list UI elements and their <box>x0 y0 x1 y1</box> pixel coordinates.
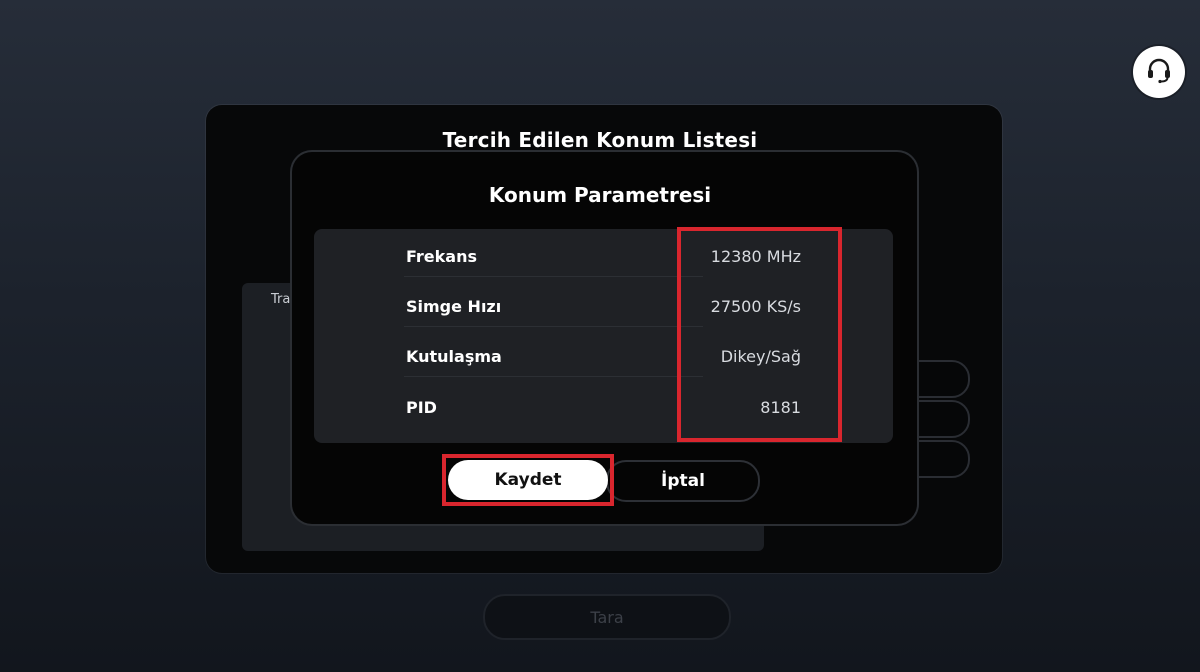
dialog-title: Konum Parametresi <box>488 183 712 207</box>
symbol-rate-value: 27500 KS/s <box>710 297 801 316</box>
scan-button[interactable]: Tara <box>483 594 731 640</box>
row-divider <box>404 276 703 277</box>
parameter-row-symbol-rate[interactable]: Simge Hızı 27500 KS/s <box>314 287 893 327</box>
parameter-row-pid[interactable]: PID 8181 <box>314 388 893 428</box>
parameters-list: Frekans 12380 MHz Simge Hızı 27500 KS/s … <box>314 229 893 443</box>
cancel-button-label: İptal <box>661 471 705 491</box>
cancel-button[interactable]: İptal <box>606 460 760 502</box>
frequency-label: Frekans <box>406 247 477 266</box>
polarization-value: Dikey/Sağ <box>720 347 801 366</box>
row-divider <box>404 376 703 377</box>
symbol-rate-label: Simge Hızı <box>406 297 502 316</box>
save-button-label: Kaydet <box>494 470 562 490</box>
parameter-row-frequency[interactable]: Frekans 12380 MHz <box>314 237 893 277</box>
parameter-row-polarization[interactable]: Kutulaşma Dikey/Sağ <box>314 337 893 377</box>
headset-icon <box>1144 55 1174 89</box>
pid-label: PID <box>406 398 437 417</box>
preferred-location-list-title: Tercih Edilen Konum Listesi <box>442 128 758 152</box>
transponder-list-label: Tra <box>271 292 291 307</box>
pid-value: 8181 <box>760 398 801 417</box>
save-button[interactable]: Kaydet <box>448 460 608 500</box>
frequency-value: 12380 MHz <box>710 247 801 266</box>
polarization-label: Kutulaşma <box>406 347 502 366</box>
support-button[interactable] <box>1133 46 1185 98</box>
row-divider <box>404 326 703 327</box>
scan-button-label: Tara <box>590 607 624 627</box>
